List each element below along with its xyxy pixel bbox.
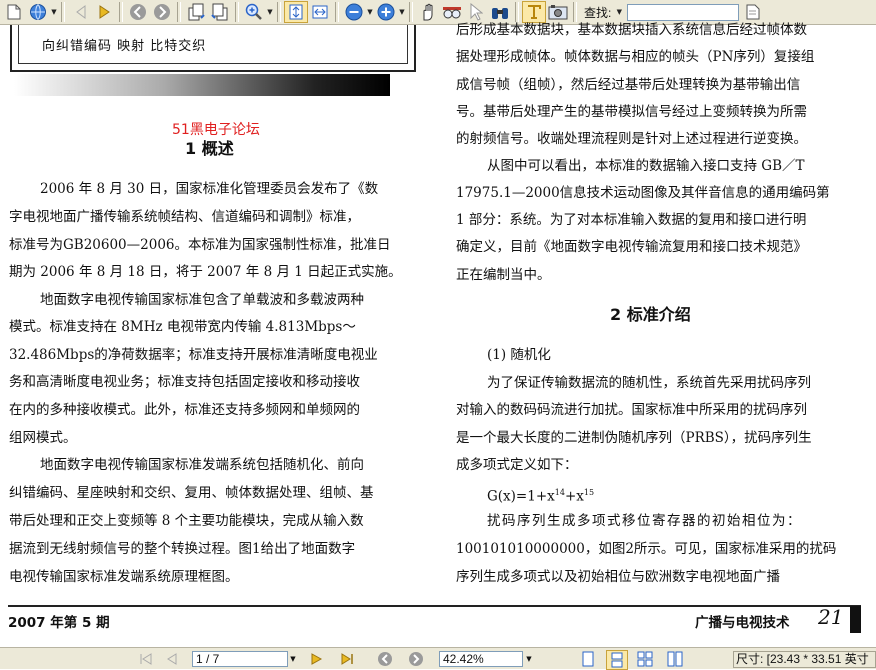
paragraph-line: 32.486Mbps的净荷数据率；标准支持开展标准清晰度电视业 bbox=[9, 347, 378, 363]
paragraph-line: 字电视地面广播传输系统帧结构、信道编码和调制》标准， bbox=[9, 209, 360, 225]
globe-icon[interactable] bbox=[26, 1, 50, 23]
paragraph-line: 100101010000000，如图2所示。可见，国家标准采用的扰码 bbox=[456, 541, 837, 557]
paragraph-line: 扰码序列生成多项式移位寄存器的初始相位为： bbox=[487, 513, 802, 529]
prev-page-button-icon[interactable] bbox=[163, 650, 181, 668]
paragraph-line: 务和高清晰度电视业务；标准支持包括固定接收和移动接收 bbox=[9, 374, 360, 390]
formula: G(x)=1+x14+x15 bbox=[487, 483, 595, 505]
paragraph-line: 模式。标准支持在 8MHz 电视带宽内传输 4.813Mbps～ bbox=[9, 319, 356, 335]
forward-icon[interactable] bbox=[150, 1, 174, 23]
paragraph-line: 组网模式。 bbox=[9, 430, 77, 446]
paragraph-line: 从图中可以看出，本标准的数据输入接口支持 GB／T bbox=[487, 158, 805, 174]
paragraph-line: 为了保证传输数据流的随机性，系统首先采用扰码序列 bbox=[487, 375, 811, 391]
zoom-icon[interactable] bbox=[242, 1, 266, 23]
paragraph-line: 电视传输国家标准发端系统原理框图。 bbox=[9, 569, 239, 585]
paragraph-line: 确定义，目前《地面数字电视传输流复用和接口技术规范》 bbox=[456, 239, 807, 255]
subheading-randomization: (1) 随机化 bbox=[487, 347, 551, 363]
single-page-view-icon[interactable] bbox=[578, 650, 598, 668]
fit-page-icon[interactable] bbox=[284, 1, 308, 23]
forward-button-icon[interactable] bbox=[406, 650, 426, 668]
paragraph-line: 的射频信号。收端处理流程则是针对上述过程进行逆变换。 bbox=[456, 131, 807, 147]
page-dropdown-icon[interactable]: ▼ bbox=[288, 650, 298, 668]
paragraph-line: 是一个最大长度的二进制伪随机序列（PRBS），扰码序列生 bbox=[456, 430, 812, 446]
section-heading-standard-intro: 2 标准介绍 bbox=[610, 305, 691, 324]
paragraph-line: 带后处理和正交上变频等 8 个主要功能模块，完成从输入数 bbox=[9, 513, 364, 529]
facing-single-view-icon[interactable] bbox=[665, 650, 685, 668]
paragraph-line: 2006 年 8 月 30 日，国家标准化管理委员会发布了《数 bbox=[40, 181, 379, 197]
toolbar-separator bbox=[235, 2, 239, 22]
paragraph-line: 序列生成多项式以及初始相位与欧洲数字电视地面广播 bbox=[456, 569, 780, 585]
right-column: 后形成基本数据块，基本数据块插入系统信息后经过帧体数 据处理形成帧体。帧体数据与… bbox=[440, 22, 876, 605]
paragraph-line: 标准号为GB20600—2006。本标准为国家强制性标准，批准日 bbox=[9, 237, 391, 253]
formula-base: G(x)=1+x bbox=[487, 488, 555, 505]
zoom-level-input[interactable]: 42.42% bbox=[439, 651, 523, 667]
next-page-icon[interactable] bbox=[92, 1, 116, 23]
toolbar-separator bbox=[515, 2, 519, 22]
toolbar-separator bbox=[61, 2, 65, 22]
paragraph-line: 期为 2006 年 8 月 18 日，将于 2007 年 8 月 1 日起正式实… bbox=[9, 264, 402, 280]
paragraph-line: 成信号帧（组帧），然后经过基带后处理转换为基带输出信 bbox=[456, 77, 801, 93]
zoom-out-icon[interactable] bbox=[342, 1, 366, 23]
paragraph-line: 1 部分：系统。为了对本标准输入数据的复用和接口进行明 bbox=[456, 212, 807, 228]
status-bar: 1 / 7 ▼ 42.42% ▼ 尺寸: [23.43 * 33.51 英寸 bbox=[0, 647, 876, 670]
footer-bar bbox=[850, 606, 861, 633]
paragraph-line: 正在编制当中。 bbox=[456, 267, 551, 283]
formula-exponent-15: 15 bbox=[583, 488, 595, 497]
page-icon[interactable] bbox=[2, 1, 26, 23]
zoom-out-dropdown-icon[interactable]: ▼ bbox=[366, 1, 374, 23]
paragraph-line: 地面数字电视传输国家标准发端系统包括随机化、前向 bbox=[40, 457, 364, 473]
toolbar-separator bbox=[335, 2, 339, 22]
next-page-button-icon[interactable] bbox=[307, 650, 325, 668]
footer-journal-name: 广播与电视技术 bbox=[695, 615, 790, 631]
formula-exponent-14: 14 bbox=[554, 488, 565, 497]
footer-rule bbox=[8, 605, 861, 607]
toolbar-separator bbox=[277, 2, 281, 22]
paragraph-line: 对输入的数码码流进行加扰。国家标准中所采用的扰码序列 bbox=[456, 402, 807, 418]
rotate-right-icon[interactable] bbox=[208, 1, 232, 23]
zoom-dropdown-icon[interactable]: ▼ bbox=[266, 1, 274, 23]
left-column: 1 概述 2006 年 8 月 30 日，国家标准化管理委员会发布了《数 字电视… bbox=[0, 25, 430, 605]
paragraph-line: 地面数字电视传输国家标准包含了单载波和多载波两种 bbox=[40, 292, 364, 308]
formula-plus: +x bbox=[564, 488, 584, 505]
zoom-in-icon[interactable] bbox=[374, 1, 398, 23]
paragraph-line: 据流到无线射频信号的整个转换过程。图1给出了地面数字 bbox=[9, 541, 356, 557]
first-page-icon[interactable] bbox=[68, 1, 92, 23]
back-icon[interactable] bbox=[126, 1, 150, 23]
back-button-icon[interactable] bbox=[375, 650, 395, 668]
section-heading-overview: 1 概述 bbox=[185, 139, 234, 158]
toolbar-separator bbox=[573, 2, 577, 22]
rotate-left-icon[interactable] bbox=[184, 1, 208, 23]
toolbar-separator bbox=[119, 2, 123, 22]
find-input[interactable] bbox=[627, 3, 740, 21]
fit-width-icon[interactable] bbox=[308, 1, 332, 23]
paragraph-line: 成多项式定义如下： bbox=[456, 457, 578, 473]
find-label: 查找: bbox=[584, 5, 612, 20]
paragraph-line: 纠错编码、星座映射和交织、复用、帧体数据处理、组帧、基 bbox=[9, 485, 374, 501]
zoom-in-dropdown-icon[interactable]: ▼ bbox=[398, 1, 406, 23]
footer-issue: 2007 年第 5 期 bbox=[8, 615, 110, 631]
document-page: 向纠错编码 映射 比特交织 51黑电子论坛 1 概述 2006 年 8 月 30… bbox=[0, 22, 876, 647]
paragraph-line: 在内的多种接收模式。此外，标准还支持多频网和单频网的 bbox=[9, 402, 360, 418]
paragraph-line: 17975.1—2000信息技术运动图像及其伴音信息的通用编码第 bbox=[456, 185, 830, 201]
toolbar-separator bbox=[409, 2, 413, 22]
paragraph-line: 号。基带后处理产生的基带模拟信号经过上变频转换为所需 bbox=[456, 104, 807, 120]
toolbar-separator bbox=[177, 2, 181, 22]
zoom-level-dropdown-icon[interactable]: ▼ bbox=[524, 650, 534, 668]
continuous-view-icon[interactable] bbox=[606, 650, 628, 670]
page-dimensions-readout: 尺寸: [23.43 * 33.51 英寸 bbox=[733, 651, 876, 668]
globe-dropdown-icon[interactable]: ▼ bbox=[50, 1, 58, 23]
last-page-button-icon[interactable] bbox=[338, 650, 356, 668]
page-number-input[interactable]: 1 / 7 bbox=[192, 651, 288, 667]
hand-tool-icon[interactable] bbox=[416, 1, 440, 23]
paragraph-line: 后形成基本数据块，基本数据块插入系统信息后经过帧体数 bbox=[456, 22, 807, 38]
footer-page-number: 21 bbox=[818, 605, 844, 629]
facing-view-icon[interactable] bbox=[635, 650, 655, 668]
first-page-button-icon[interactable] bbox=[137, 650, 155, 668]
paragraph-line: 据处理形成帧体。帧体数据与相应的帧头（PN序列）复接组 bbox=[456, 49, 815, 65]
